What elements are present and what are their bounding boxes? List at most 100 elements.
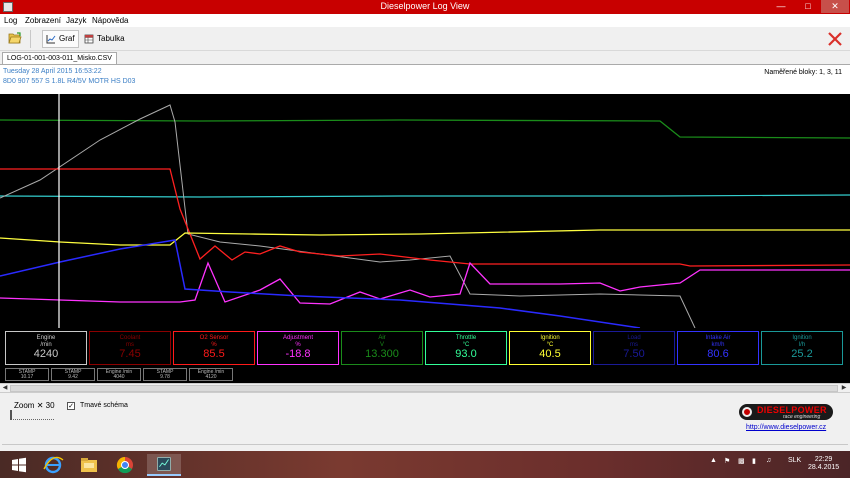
gauge-value: 85.5	[203, 348, 225, 360]
logo-emblem-icon	[742, 407, 752, 417]
trace-o2-sensor	[0, 168, 850, 267]
gauge-ignition[interactable]: Ignition °C 40.5	[509, 331, 591, 365]
bottom-panel: Zoom ✕ 30 ✓ Tmavé schéma DIESELPOWER rac…	[0, 393, 850, 451]
zoom-label: Zoom	[14, 401, 35, 410]
stamp-marker[interactable]: STAMP 10.17	[5, 368, 49, 381]
gauge-label: Adjustment	[282, 335, 313, 341]
scroll-left-icon[interactable]: ◀	[1, 385, 9, 392]
tray-language[interactable]: SLK	[788, 457, 801, 464]
stamp-value: 10.17	[20, 374, 34, 380]
zoom-control-label: Zoom ✕ 30	[14, 401, 55, 410]
log-datetime: Tuesday 28 April 2015 16:53:22	[3, 68, 102, 75]
windows-start-icon[interactable]	[2, 454, 36, 476]
horizontal-scrollbar[interactable]: ◀ ▶	[0, 383, 850, 393]
gauge-value: 7.45	[119, 348, 141, 360]
clock-time: 22:29	[814, 456, 833, 463]
gauge-coolant[interactable]: Coolant ms 7.45	[89, 331, 171, 365]
gauge-air[interactable]: Air V 13.300	[341, 331, 423, 365]
status-bar	[2, 444, 848, 451]
taskbar-clock[interactable]: 22:29 28.4.2015	[808, 456, 839, 472]
trace-engine	[0, 104, 696, 328]
gauge-ignition-consumption[interactable]: Ignition l/h 25.2	[761, 331, 843, 365]
gauge-engine[interactable]: Engine /min 4240	[5, 331, 87, 365]
stamp-marker[interactable]: STAMP 9.78	[143, 368, 187, 381]
zoom-x-icon: ✕	[36, 401, 44, 410]
gauge-value: 4240	[33, 348, 59, 360]
open-folder-icon[interactable]	[8, 32, 22, 44]
windows-taskbar: ▲ ⚑ ▩ ▮ ♫ SLK 22:29 28.4.2015	[0, 451, 850, 478]
gauge-label: Engine	[36, 335, 56, 341]
gauge-intake-air[interactable]: Intake Air km/h 80.6	[677, 331, 759, 365]
stamp-value: 9.42	[68, 374, 78, 380]
vehicle-info: 8D0 907 557 S 1.8L R4/5V MOTR HS D03	[3, 78, 136, 85]
stamp-marker[interactable]: STAMP 9.42	[51, 368, 95, 381]
gauge-value: 40.5	[539, 348, 561, 360]
log-view-taskbar-icon[interactable]	[147, 454, 181, 476]
tray-volume-icon[interactable]: ♫	[766, 457, 771, 464]
toolbar-separator	[30, 30, 31, 48]
file-explorer-icon[interactable]	[72, 454, 106, 476]
tab-table-label: Tabulka	[97, 34, 125, 43]
logo-tagline: race engineering	[783, 414, 821, 420]
log-info-bar: Tuesday 28 April 2015 16:53:22 8D0 907 5…	[0, 64, 850, 94]
gauge-value: 7.50	[623, 348, 645, 360]
graph-icon	[46, 35, 56, 44]
log-chart[interactable]	[0, 94, 850, 328]
gauge-value: 13.300	[365, 348, 399, 360]
tray-network-icon[interactable]: ▮	[752, 457, 756, 465]
zoom-value: 30	[45, 401, 55, 410]
title-bar: Dieselpower Log View — □ ✕	[0, 0, 850, 14]
gauge-label: O2 Sensor	[199, 335, 229, 341]
gauge-label: Intake Air	[705, 335, 731, 341]
trace-ignition	[0, 229, 850, 246]
chrome-icon[interactable]	[108, 454, 142, 476]
tab-graph[interactable]: Graf	[42, 30, 79, 48]
toolbar: Graf Tabulka	[0, 27, 850, 51]
dark-scheme-checkbox[interactable]: ✓	[67, 402, 75, 410]
stamp-marker[interactable]: Engine /min 4120	[189, 368, 233, 381]
clock-date: 28.4.2015	[808, 464, 840, 471]
dark-scheme-label: Tmavé schéma	[80, 402, 128, 409]
gauge-label: Ignition	[540, 335, 560, 341]
gauge-label: Coolant	[119, 335, 141, 341]
gauge-adjustment[interactable]: Adjustment % -18.8	[257, 331, 339, 365]
table-icon	[84, 34, 94, 44]
tab-table[interactable]: Tabulka	[81, 30, 128, 48]
gauge-throttle[interactable]: Throttle °C 93.0	[425, 331, 507, 365]
internet-explorer-icon[interactable]	[36, 454, 70, 476]
zoom-slider-thumb[interactable]	[10, 410, 12, 420]
dieselpower-logo: DIESELPOWER race engineering	[739, 404, 833, 420]
gauge-o2-sensor[interactable]: O2 Sensor % 85.5	[173, 331, 255, 365]
gauge-load[interactable]: Load ms 7.50	[593, 331, 675, 365]
menu-view[interactable]: Zobrazení	[25, 16, 61, 25]
trace-adjustment	[0, 261, 850, 305]
menu-help[interactable]: Nápověda	[92, 16, 128, 25]
stamp-value: 4040	[113, 374, 125, 380]
website-link[interactable]: http://www.dieselpower.cz	[746, 424, 826, 431]
menu-language[interactable]: Jazyk	[66, 16, 86, 25]
gauge-value: 80.6	[707, 348, 729, 360]
zoom-slider[interactable]	[10, 414, 54, 420]
gauge-label: Ignition	[792, 335, 812, 341]
minimize-button[interactable]: —	[770, 0, 792, 13]
gauge-panel: Engine /min 4240 Coolant ms 7.45 O2 Sens…	[0, 328, 850, 383]
stamp-value: 4120	[205, 374, 217, 380]
tray-flag-icon[interactable]: ⚑	[724, 457, 730, 465]
scroll-right-icon[interactable]: ▶	[840, 385, 848, 392]
close-window-button[interactable]: ✕	[821, 0, 849, 13]
file-tab[interactable]: LOG-01-001-003-011_Misko.CSV	[2, 52, 117, 64]
maximize-button[interactable]: □	[797, 0, 819, 13]
gauge-label: Load	[627, 335, 641, 341]
tab-graph-label: Graf	[59, 34, 75, 43]
gauge-label: Throttle	[455, 335, 477, 341]
tray-chevron-icon[interactable]: ▲	[710, 457, 717, 464]
gauge-label: Air	[378, 335, 386, 341]
tray-monitor-icon[interactable]: ▩	[738, 457, 745, 465]
trace-ignition-lh	[0, 194, 850, 198]
scrollbar-thumb[interactable]	[10, 385, 838, 392]
stamp-marker[interactable]: Engine /min 4040	[97, 368, 141, 381]
trace-air	[0, 119, 850, 139]
close-log-icon[interactable]	[827, 31, 843, 47]
measured-blocks: Naměřené bloky: 1, 3, 11	[764, 69, 842, 76]
menu-log[interactable]: Log	[4, 16, 17, 25]
